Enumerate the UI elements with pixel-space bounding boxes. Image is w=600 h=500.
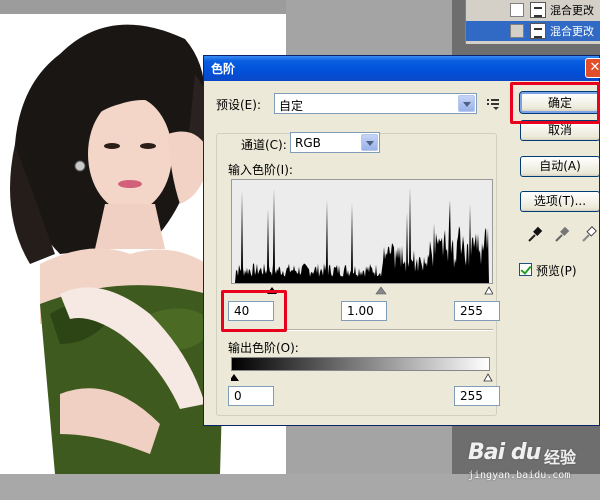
white-point-slider[interactable] [484,286,494,295]
layer-name: 混合更改 [550,4,594,17]
dropdown-arrow-icon[interactable] [361,134,378,151]
output-black-field[interactable]: 0 [228,386,274,406]
watermark-sub: 经验 [544,448,577,467]
layer-thumbnail-icon [530,23,546,39]
preset-value: 自定 [279,99,304,113]
histogram-graph [232,187,492,283]
layer-thumbnail-icon [530,2,546,18]
preset-dropdown[interactable]: 自定 [274,93,477,114]
layer-row-selected[interactable]: 混合更改 [466,21,600,41]
channel-value: RGB [295,136,321,150]
visibility-checkbox[interactable] [510,3,524,17]
watermark-url: jingyan.baidu.com [468,470,571,481]
white-eyedropper-icon[interactable] [580,225,598,243]
dialog-title: 色阶 [211,62,236,76]
preset-label: 预设(E): [216,98,261,112]
input-white-field[interactable]: 255 [454,301,500,321]
layers-panel: 混合更改 混合更改 [465,0,600,44]
histogram-bars [232,187,492,283]
preview-checkbox[interactable] [519,263,532,276]
output-slider-track[interactable] [229,371,493,382]
layer-row[interactable]: 混合更改 [466,0,600,20]
channel-label: 通道(C): [238,136,290,153]
gray-eyedropper-icon[interactable] [553,225,571,243]
watermark: Bai du 经验 jingyan.baidu.com [468,440,596,498]
output-levels-label: 输出色阶(O): [228,341,299,355]
auto-button[interactable]: 自动(A) [520,156,600,177]
output-white-slider[interactable] [483,373,493,382]
preview-label: 预览(P) [536,264,577,278]
output-gradient-bar [231,357,490,371]
input-gamma-field[interactable]: 1.00 [341,301,387,321]
output-white-field[interactable]: 255 [454,386,500,406]
input-levels-label: 输入色阶(I): [228,163,293,177]
menu-options-icon[interactable] [487,98,501,110]
black-eyedropper-icon[interactable] [526,225,544,243]
close-icon[interactable]: ✕ [585,58,600,78]
layer-name: 混合更改 [550,25,594,38]
options-button[interactable]: 选项(T)... [520,191,600,212]
visibility-checkbox[interactable] [510,24,524,38]
watermark-logo: Bai du [468,440,541,465]
highlight-input-black [221,290,287,332]
channel-dropdown[interactable]: RGB [290,132,380,153]
dropdown-arrow-icon[interactable] [458,95,475,112]
histogram [231,179,493,284]
gamma-slider[interactable] [375,286,387,295]
dialog-title-bar[interactable]: 色阶 ✕ [204,56,600,81]
highlight-ok-button [510,82,600,124]
output-black-slider[interactable] [229,374,239,381]
